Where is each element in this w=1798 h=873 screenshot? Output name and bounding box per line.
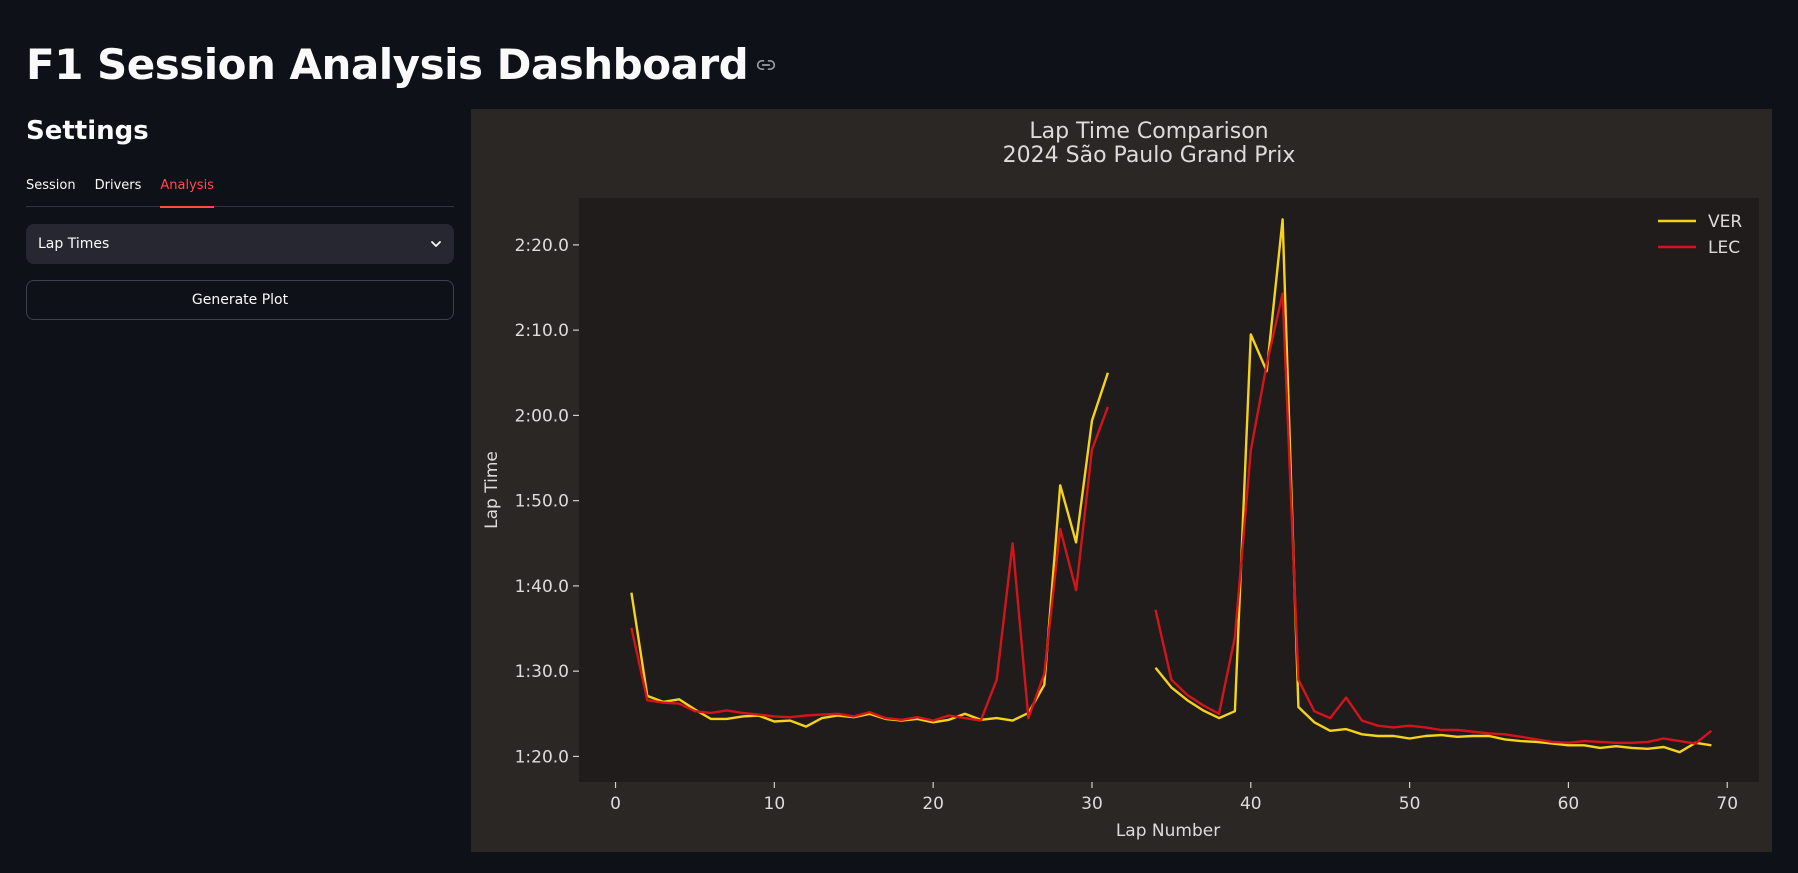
- y-tick-label: 1:50.0: [515, 492, 569, 512]
- x-tick-label: 30: [1081, 794, 1103, 814]
- x-tick-label: 40: [1240, 794, 1262, 814]
- page-title: F1 Session Analysis Dashboard: [26, 40, 776, 89]
- y-tick-label: 1:40.0: [515, 577, 569, 597]
- analysis-type-value: Lap Times: [38, 236, 110, 252]
- chart-title: Lap Time Comparison: [1029, 119, 1268, 144]
- y-tick-label: 2:20.0: [515, 236, 569, 256]
- y-axis-label: Lap Time: [482, 451, 502, 529]
- chart-svg: Lap Time Comparison 2024 São Paulo Grand…: [482, 119, 1759, 841]
- chart-subtitle: 2024 São Paulo Grand Prix: [1003, 143, 1296, 168]
- tab-drivers[interactable]: Drivers: [95, 172, 142, 207]
- generate-plot-button[interactable]: Generate Plot: [26, 280, 454, 320]
- settings-title: Settings: [26, 116, 149, 146]
- lap-time-chart: Lap Time Comparison 2024 São Paulo Grand…: [471, 109, 1772, 852]
- chevron-down-icon: [431, 241, 441, 247]
- legend-label-lec: LEC: [1708, 238, 1740, 258]
- page-title-text: F1 Session Analysis Dashboard: [26, 40, 749, 89]
- y-tick-label: 1:30.0: [515, 662, 569, 682]
- y-tick-label: 2:00.0: [515, 406, 569, 426]
- x-tick-label: 0: [610, 794, 621, 814]
- x-tick-label: 60: [1558, 794, 1580, 814]
- x-tick-label: 50: [1399, 794, 1421, 814]
- sidebar-tabs: Session Drivers Analysis: [26, 172, 454, 208]
- tab-session[interactable]: Session: [26, 172, 76, 207]
- x-tick-label: 70: [1716, 794, 1738, 814]
- plot-area: [579, 198, 1759, 782]
- x-axis-label: Lap Number: [1116, 821, 1220, 841]
- analysis-type-select[interactable]: Lap Times: [26, 224, 454, 264]
- y-tick-label: 1:20.0: [515, 747, 569, 767]
- x-tick-label: 10: [764, 794, 786, 814]
- legend-label-ver: VER: [1708, 212, 1742, 232]
- tab-analysis[interactable]: Analysis: [160, 172, 214, 208]
- link-icon[interactable]: [756, 55, 776, 75]
- y-tick-label: 2:10.0: [515, 321, 569, 341]
- x-tick-label: 20: [922, 794, 944, 814]
